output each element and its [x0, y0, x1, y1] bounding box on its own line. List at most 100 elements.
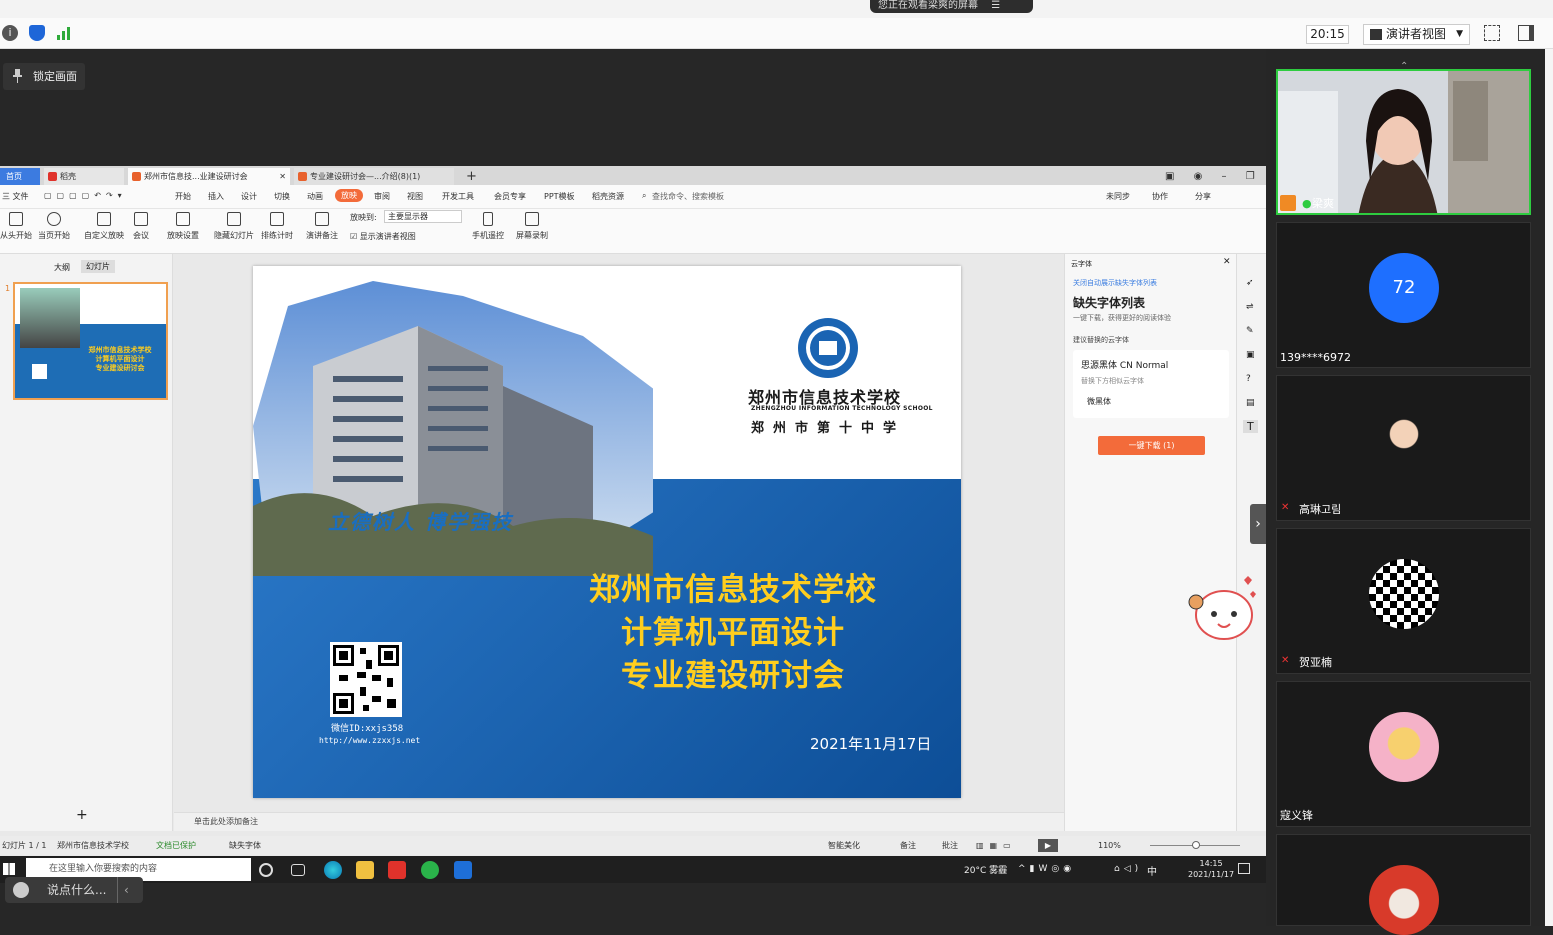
meeting-app-icon[interactable] [454, 861, 472, 879]
zoom-level[interactable]: 110% [1098, 836, 1121, 855]
show-presenter-view-checkbox[interactable]: ☑ 显示演讲者视图 [350, 231, 416, 242]
menu-view[interactable]: 视图 [407, 191, 423, 202]
chevron-right-icon[interactable]: › [1250, 504, 1266, 544]
menu-ppt-template[interactable]: PPT模板 [544, 191, 575, 202]
menu-transition[interactable]: 切换 [274, 191, 290, 202]
help-icon[interactable]: ? [1246, 374, 1251, 384]
notes-toggle[interactable]: 备注 [900, 836, 916, 855]
zoom-thumb[interactable] [1192, 841, 1200, 849]
custom-show-button[interactable]: 自定义放映 [84, 212, 124, 241]
meeting-icon [134, 212, 148, 226]
tab-outline[interactable]: 大纲 [54, 262, 70, 273]
view-mode-icons[interactable]: ▥▦▭ [976, 836, 1017, 855]
font-panel-close[interactable]: ✕ [1223, 257, 1231, 267]
notification-icon[interactable] [1238, 863, 1250, 874]
menu-docer-resource[interactable]: 稻壳资源 [592, 191, 624, 202]
share-banner[interactable]: 您正在观看梁爽的屏幕 ☰ [870, 0, 1033, 13]
show-settings-button[interactable]: 放映设置 [167, 212, 199, 241]
download-all-button[interactable]: 一键下载 (1) [1098, 436, 1205, 455]
participant-tile[interactable] [1276, 834, 1531, 935]
rehearse-button[interactable]: 排练计时 [261, 212, 293, 241]
wps-icon[interactable] [388, 861, 406, 879]
missing-font-status[interactable]: 缺失字体 [229, 836, 261, 855]
edge-icon[interactable] [324, 861, 342, 879]
close-icon[interactable]: ✕ [279, 168, 286, 185]
notes-input[interactable]: 单击此处添加备注 [174, 812, 1064, 831]
play-slideshow-button[interactable]: ▶ [1038, 839, 1058, 852]
menu-file[interactable]: 三 文件 [2, 191, 29, 202]
tab-doc-active[interactable]: 郑州市信息技...业建设研讨会 ✕ [128, 168, 290, 185]
tab-doc-2[interactable]: 专业建设研讨会—...介绍(8)(1) [294, 168, 454, 185]
windows-start-icon[interactable] [3, 863, 15, 875]
window-controls[interactable]: ▣ ◉ – ❐ ✕ [1165, 168, 1265, 185]
auto-show-toggle-link[interactable]: 关闭自动展示缺失字体列表 [1073, 278, 1157, 288]
pin-tool-icon[interactable]: ✎ [1246, 326, 1254, 336]
rocket-icon[interactable]: ➶ [1246, 278, 1254, 288]
show-to-select[interactable]: 主要显示器 [384, 210, 462, 223]
sync-status[interactable]: 未同步 [1106, 191, 1130, 202]
tab-home[interactable]: 首页 [0, 168, 40, 185]
presenter-notes-button[interactable]: 演讲备注 [306, 212, 338, 241]
menu-icon[interactable]: ☰ [991, 0, 1000, 11]
presenter-view-select[interactable]: 演讲者视图 ▼ [1363, 24, 1470, 45]
tab-slides[interactable]: 幻灯片 [81, 260, 115, 273]
file-explorer-icon[interactable] [356, 861, 374, 879]
chevron-left-icon[interactable]: ‹ [117, 877, 129, 903]
quick-access-icons[interactable]: ▢▢▢▢↶↷▾ [44, 191, 127, 200]
tab-docer[interactable]: 稻壳 [44, 168, 124, 185]
similar-font[interactable]: 微黑体 [1087, 396, 1111, 407]
font-tool-icon[interactable]: T [1243, 420, 1258, 433]
slide-thumbnail[interactable]: 郑州市信息技术学校 计算机平面设计 专业建设研讨会 [13, 282, 168, 400]
menu-design[interactable]: 设计 [241, 191, 257, 202]
multitask-icon[interactable] [291, 864, 305, 876]
chat-input[interactable]: 说点什么... ‹ [5, 877, 143, 903]
tray-icons[interactable]: ^▮W◎◉ [1018, 864, 1075, 874]
info-icon[interactable]: i [2, 25, 18, 41]
new-tab-button[interactable]: + [462, 168, 480, 185]
lock-screen-button[interactable]: 锁定画面 [3, 63, 85, 90]
protected-status[interactable]: 文档已保护 [156, 836, 196, 855]
share-button[interactable]: 分享 [1195, 191, 1211, 202]
participant-tile[interactable]: 寇义锋 [1276, 681, 1531, 827]
add-slide-button[interactable]: + [76, 807, 88, 823]
menu-member[interactable]: 会员专享 [494, 191, 526, 202]
menu-insert[interactable]: 插入 [208, 191, 224, 202]
weather-widget[interactable]: 20°C 雾霾 [964, 863, 1007, 876]
hide-slide-button[interactable]: 隐藏幻灯片 [214, 212, 254, 241]
task-view-icon[interactable] [259, 863, 273, 877]
comments-toggle[interactable]: 批注 [942, 836, 958, 855]
menu-start[interactable]: 开始 [175, 191, 191, 202]
meeting-button[interactable]: 会议 [133, 212, 149, 241]
emoji-icon[interactable] [13, 882, 29, 898]
sidebar-toggle-icon[interactable] [1518, 25, 1534, 41]
missing-font-card[interactable]: 思源黑体 CN Normal 替换下方相似云字体 微黑体 [1073, 350, 1229, 418]
from-start-button[interactable]: 从头开始 [0, 212, 32, 241]
wechat-icon[interactable] [421, 861, 439, 879]
sliders-icon[interactable]: ⇌ [1246, 302, 1254, 312]
from-current-button[interactable]: 当页开始 [38, 212, 70, 241]
command-search[interactable]: 查找命令、搜索模板 [652, 191, 724, 202]
ime-indicator[interactable]: 中 [1147, 863, 1157, 878]
menu-animation[interactable]: 动画 [307, 191, 323, 202]
participant-tile[interactable]: ✕ 高琳고림 [1276, 375, 1531, 521]
menu-slideshow[interactable]: 放映 [335, 189, 363, 202]
image-icon[interactable]: ▤ [1246, 398, 1255, 408]
signal-icon[interactable] [56, 25, 72, 41]
participant-tile[interactable]: 72 139****6972 [1276, 222, 1531, 368]
menu-developer[interactable]: 开发工具 [442, 191, 474, 202]
menu-review[interactable]: 审阅 [374, 191, 390, 202]
system-clock[interactable]: 14:15 2021/11/17 [1188, 858, 1234, 880]
participant-tile[interactable]: ✕ 贺亚楠 [1276, 528, 1531, 674]
layers-icon[interactable]: ▣ [1246, 350, 1255, 360]
participant-tile[interactable]: ● 梁爽 [1276, 69, 1531, 215]
shield-icon[interactable] [29, 25, 45, 41]
fullscreen-icon[interactable] [1484, 25, 1500, 41]
tray-system-icons[interactable]: ⌂◁) [1114, 864, 1142, 874]
screen-record-button[interactable]: 屏幕录制 [516, 212, 548, 241]
beautify-button[interactable]: 智能美化 [828, 836, 860, 855]
slide-canvas[interactable]: 郑州市信息技术学校 ZHENGZHOU INFORMATION TECHNOLO… [253, 266, 961, 798]
font-panel-header[interactable]: 云字体 [1071, 259, 1092, 269]
participant-scrollbar[interactable] [1545, 49, 1553, 926]
collaborate-button[interactable]: 协作 [1152, 191, 1168, 202]
phone-remote-button[interactable]: 手机遥控 [472, 212, 504, 241]
